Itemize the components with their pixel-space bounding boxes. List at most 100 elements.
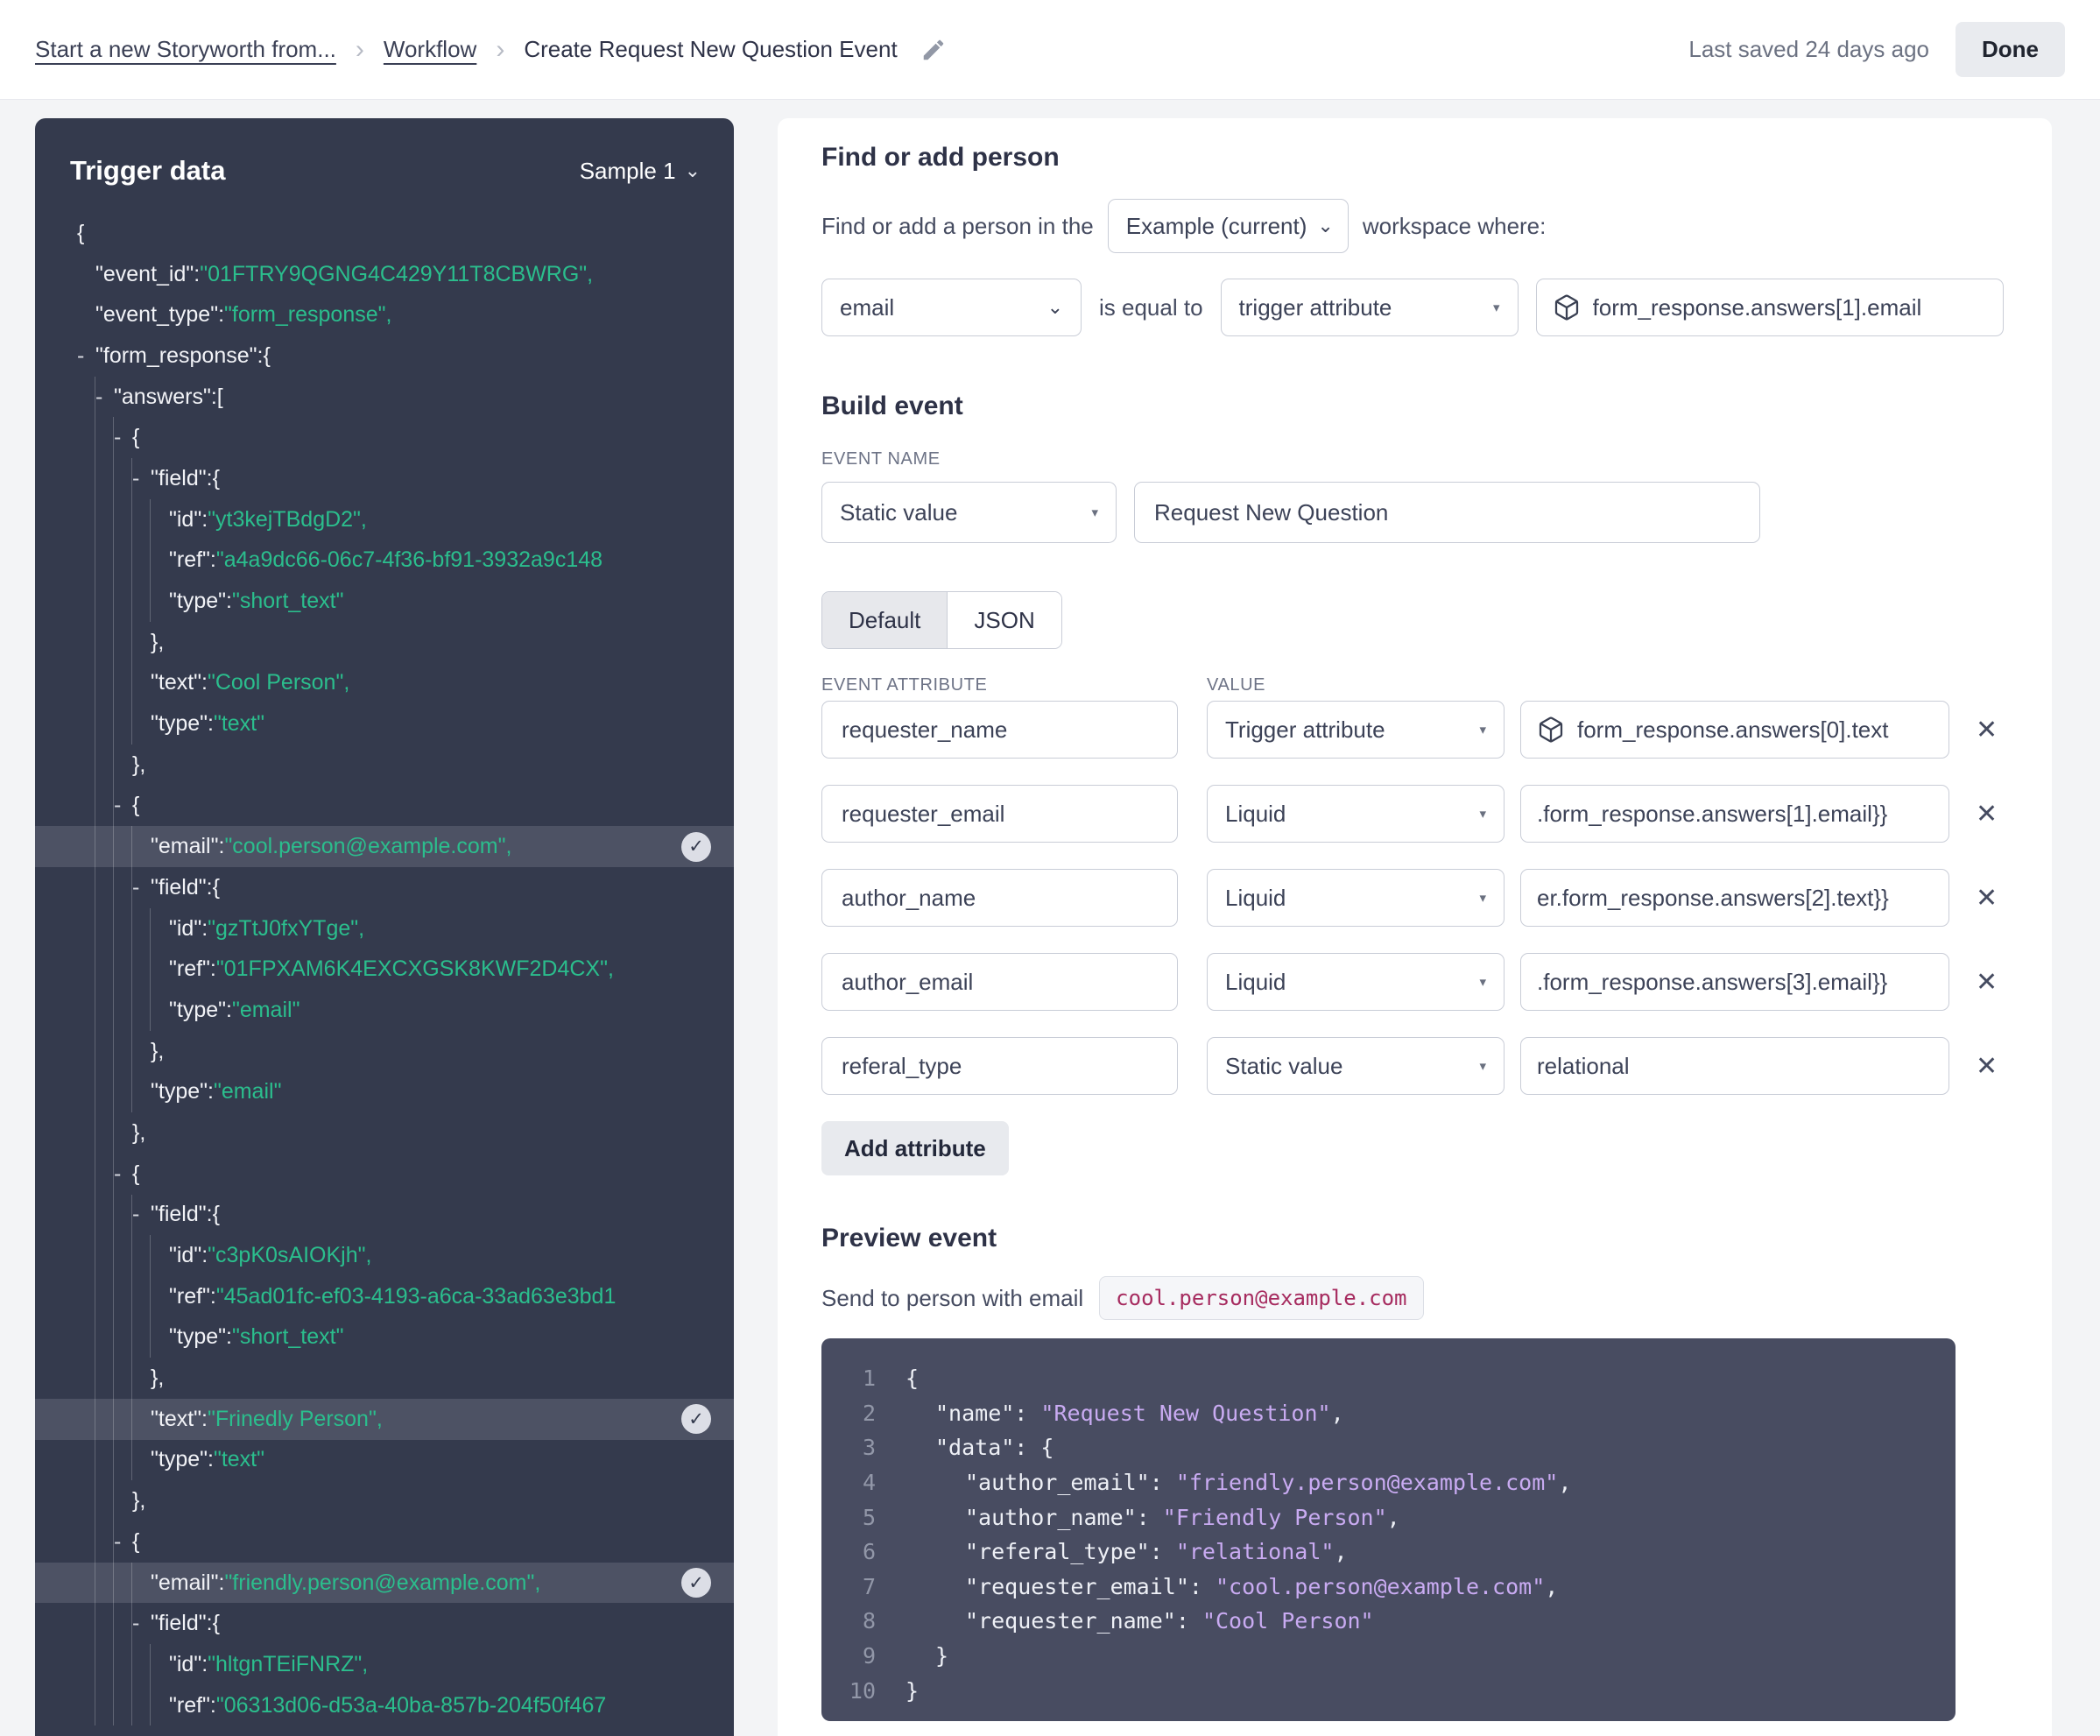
event-name-type-select[interactable]: Static value ▾ [821, 482, 1117, 543]
trigger-json-line[interactable]: "text": "Frinedly Person", ✓ [35, 1398, 734, 1440]
attribute-value-type-select[interactable]: Liquid ▾ [1207, 953, 1505, 1011]
trigger-json-line: "text": "Cool Person", [35, 662, 734, 704]
indent-guide [77, 417, 95, 459]
attribute-value-type-value: Static value [1225, 1052, 1343, 1079]
json-key: "field": [151, 465, 213, 490]
json-punctuation: { [132, 425, 140, 450]
breadcrumb-link-workflow[interactable]: Workflow [384, 36, 476, 63]
remove-attribute-button[interactable]: ✕ [1969, 879, 2005, 917]
indent-guide [95, 1071, 114, 1113]
breadcrumb-link-storyworth[interactable]: Start a new Storyworth from... [35, 36, 336, 63]
json-key: "type": [151, 711, 214, 737]
attribute-value-input[interactable]: relational [1520, 1037, 1949, 1095]
event-attribute-name-input[interactable]: requester_name [821, 701, 1178, 759]
tree-dash: - [132, 465, 140, 490]
indent-guide [95, 458, 114, 499]
remove-attribute-button[interactable]: ✕ [1969, 795, 2005, 833]
remove-attribute-button[interactable]: ✕ [1969, 1048, 2005, 1085]
attribute-value-type-select[interactable]: Liquid ▾ [1207, 869, 1505, 927]
event-attribute-name-input[interactable]: requester_email [821, 785, 1178, 843]
code-punctuation: , [1330, 1400, 1344, 1426]
indent-guide [95, 907, 114, 949]
trigger-json-line: "type": "email" [35, 990, 734, 1031]
event-name-input[interactable]: Request New Question [1134, 482, 1760, 543]
attribute-value-input[interactable]: er.form_response.answers[2].text}} [1520, 869, 1949, 927]
done-button[interactable]: Done [1956, 22, 2065, 77]
json-punctuation: { [212, 465, 220, 490]
trigger-json-line: "id": "yt3kejTBdgD2", [35, 498, 734, 540]
tab-default[interactable]: Default [822, 592, 948, 648]
trigger-json-line: }, [35, 1480, 734, 1521]
recipient-email-chip: cool.person@example.com [1099, 1276, 1424, 1320]
json-punctuation: { [212, 1202, 220, 1227]
attribute-value-text: form_response.answers[0].text [1577, 716, 1889, 743]
indent-guide [77, 1275, 95, 1317]
attribute-value-type-select[interactable]: Liquid ▾ [1207, 785, 1505, 843]
trigger-json-line: { [35, 213, 734, 254]
trigger-json-line: - "field": { [35, 1603, 734, 1645]
indent-guide [95, 1112, 114, 1154]
indent-guide [132, 990, 151, 1031]
json-key: "id": [169, 1651, 208, 1676]
code-punctuation: { [1040, 1435, 1054, 1461]
indent-guide [132, 498, 151, 540]
indent-guide [132, 1316, 151, 1358]
code-line: 3 "data": { [821, 1430, 1956, 1465]
event-attribute-row: author_name Liquid ▾ er.form_response.answe… [821, 869, 2005, 927]
trigger-json-line[interactable]: "email": "friendly.person@example.com", ✓ [35, 1562, 734, 1604]
indent-guide [114, 458, 132, 499]
json-punctuation: [ [216, 384, 223, 409]
indent-guide [114, 1194, 132, 1236]
json-key: "ref": [169, 1283, 216, 1309]
code-key: "author_email": [965, 1470, 1176, 1496]
select-arrow-icon: ▾ [1091, 505, 1098, 520]
event-attribute-name-input[interactable]: author_email [821, 953, 1178, 1011]
event-attribute-name-input[interactable]: author_name [821, 869, 1178, 927]
person-attribute-select[interactable]: email ⌄ [821, 279, 1082, 336]
chevron-down-icon: ⌄ [684, 159, 701, 181]
event-attribute-name-input[interactable]: referal_type [821, 1037, 1178, 1095]
tree-dash: - [114, 793, 122, 818]
json-punctuation: }, [132, 1488, 146, 1514]
event-attribute-row: requester_email Liquid ▾ .form_response.ans… [821, 785, 2005, 843]
indent-guide [95, 662, 114, 704]
tab-json[interactable]: JSON [947, 592, 1061, 648]
value-type-select[interactable]: trigger attribute ▾ [1220, 279, 1519, 336]
attribute-value-type-select[interactable]: Static value ▾ [1207, 1037, 1505, 1095]
json-punctuation: }, [132, 1119, 146, 1145]
indent-guide [77, 1439, 95, 1481]
match-value-input[interactable]: form_response.answers[1].email [1535, 279, 2004, 336]
trigger-json-line: "type": "short_text" [35, 1316, 734, 1358]
attribute-value-input[interactable]: form_response.answers[0].text [1520, 701, 1949, 759]
remove-attribute-button[interactable]: ✕ [1969, 711, 2005, 749]
indent-guide [77, 1562, 95, 1604]
trigger-json-line[interactable]: "email": "cool.person@example.com", ✓ [35, 826, 734, 867]
json-key: "event_id": [95, 261, 201, 286]
indent-guide [77, 621, 95, 663]
trigger-json-line: "ref": "a4a9dc66-06c7-4f36-bf91-3932a9c1… [35, 540, 734, 582]
add-attribute-button[interactable]: Add attribute [821, 1121, 1009, 1175]
attribute-value-input[interactable]: .form_response.answers[3].email}} [1520, 953, 1949, 1011]
value-type-select-value: trigger attribute [1238, 293, 1392, 321]
indent-guide [95, 1603, 114, 1645]
edit-pencil-icon[interactable] [920, 37, 947, 63]
tree-dash: - [132, 1611, 140, 1636]
select-arrow-icon: ▾ [1479, 891, 1486, 906]
send-to-text: Send to person with email [821, 1284, 1084, 1311]
workspace-select[interactable]: Example (current) ⌄ [1107, 199, 1349, 253]
remove-attribute-button[interactable]: ✕ [1969, 963, 2005, 1001]
sample-selector[interactable]: Sample 1 ⌄ [580, 158, 701, 185]
attribute-value-input[interactable]: .form_response.answers[1].email}} [1520, 785, 1949, 843]
attribute-value-type-select[interactable]: Trigger attribute ▾ [1207, 701, 1505, 759]
code-line: 4 "author_email": "friendly.person@exampl… [821, 1465, 1956, 1500]
indent-guide [77, 826, 95, 867]
